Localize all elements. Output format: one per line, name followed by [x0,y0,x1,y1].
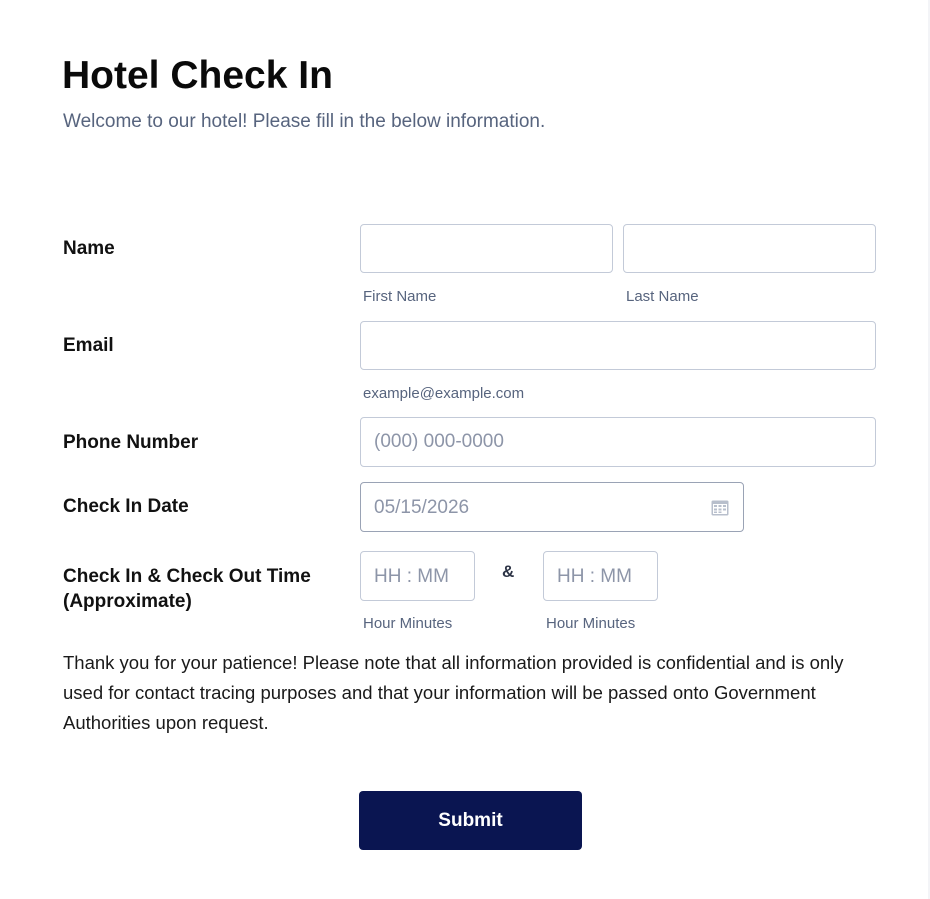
time-label-line2: (Approximate) [63,591,192,612]
time-separator: & [502,562,515,581]
phone-input[interactable] [360,417,876,467]
email-input[interactable] [360,321,876,370]
phone-label: Phone Number [63,432,199,453]
form-subtitle: Welcome to our hotel! Please fill in the… [63,111,546,132]
checkin-time-sublabel: Hour Minutes [363,615,453,632]
submit-button[interactable]: Submit [359,791,582,850]
checkin-date-input[interactable]: 05/15/2026 [360,482,744,532]
form-title: Hotel Check In [62,54,333,97]
calendar-icon[interactable] [711,499,729,516]
checkin-time-placeholder: HH : MM [374,566,449,587]
checkout-time-input[interactable]: HH : MM [543,551,658,601]
checkin-date-placeholder: 05/15/2026 [374,497,470,518]
checkin-date-label: Check In Date [63,496,189,517]
time-label-line1: Check In & Check Out Time [63,566,311,587]
checkin-time-input[interactable]: HH : MM [360,551,475,601]
name-label: Name [63,238,115,259]
last-name-input[interactable] [623,224,876,273]
first-name-input[interactable] [360,224,613,273]
checkout-time-placeholder: HH : MM [557,566,632,587]
email-sublabel: example@example.com [363,385,525,402]
first-name-sublabel: First Name [363,288,437,305]
last-name-sublabel: Last Name [626,288,699,305]
email-label: Email [63,335,114,356]
checkout-time-sublabel: Hour Minutes [546,615,636,632]
confidentiality-note: Thank you for your patience! Please note… [63,652,844,733]
